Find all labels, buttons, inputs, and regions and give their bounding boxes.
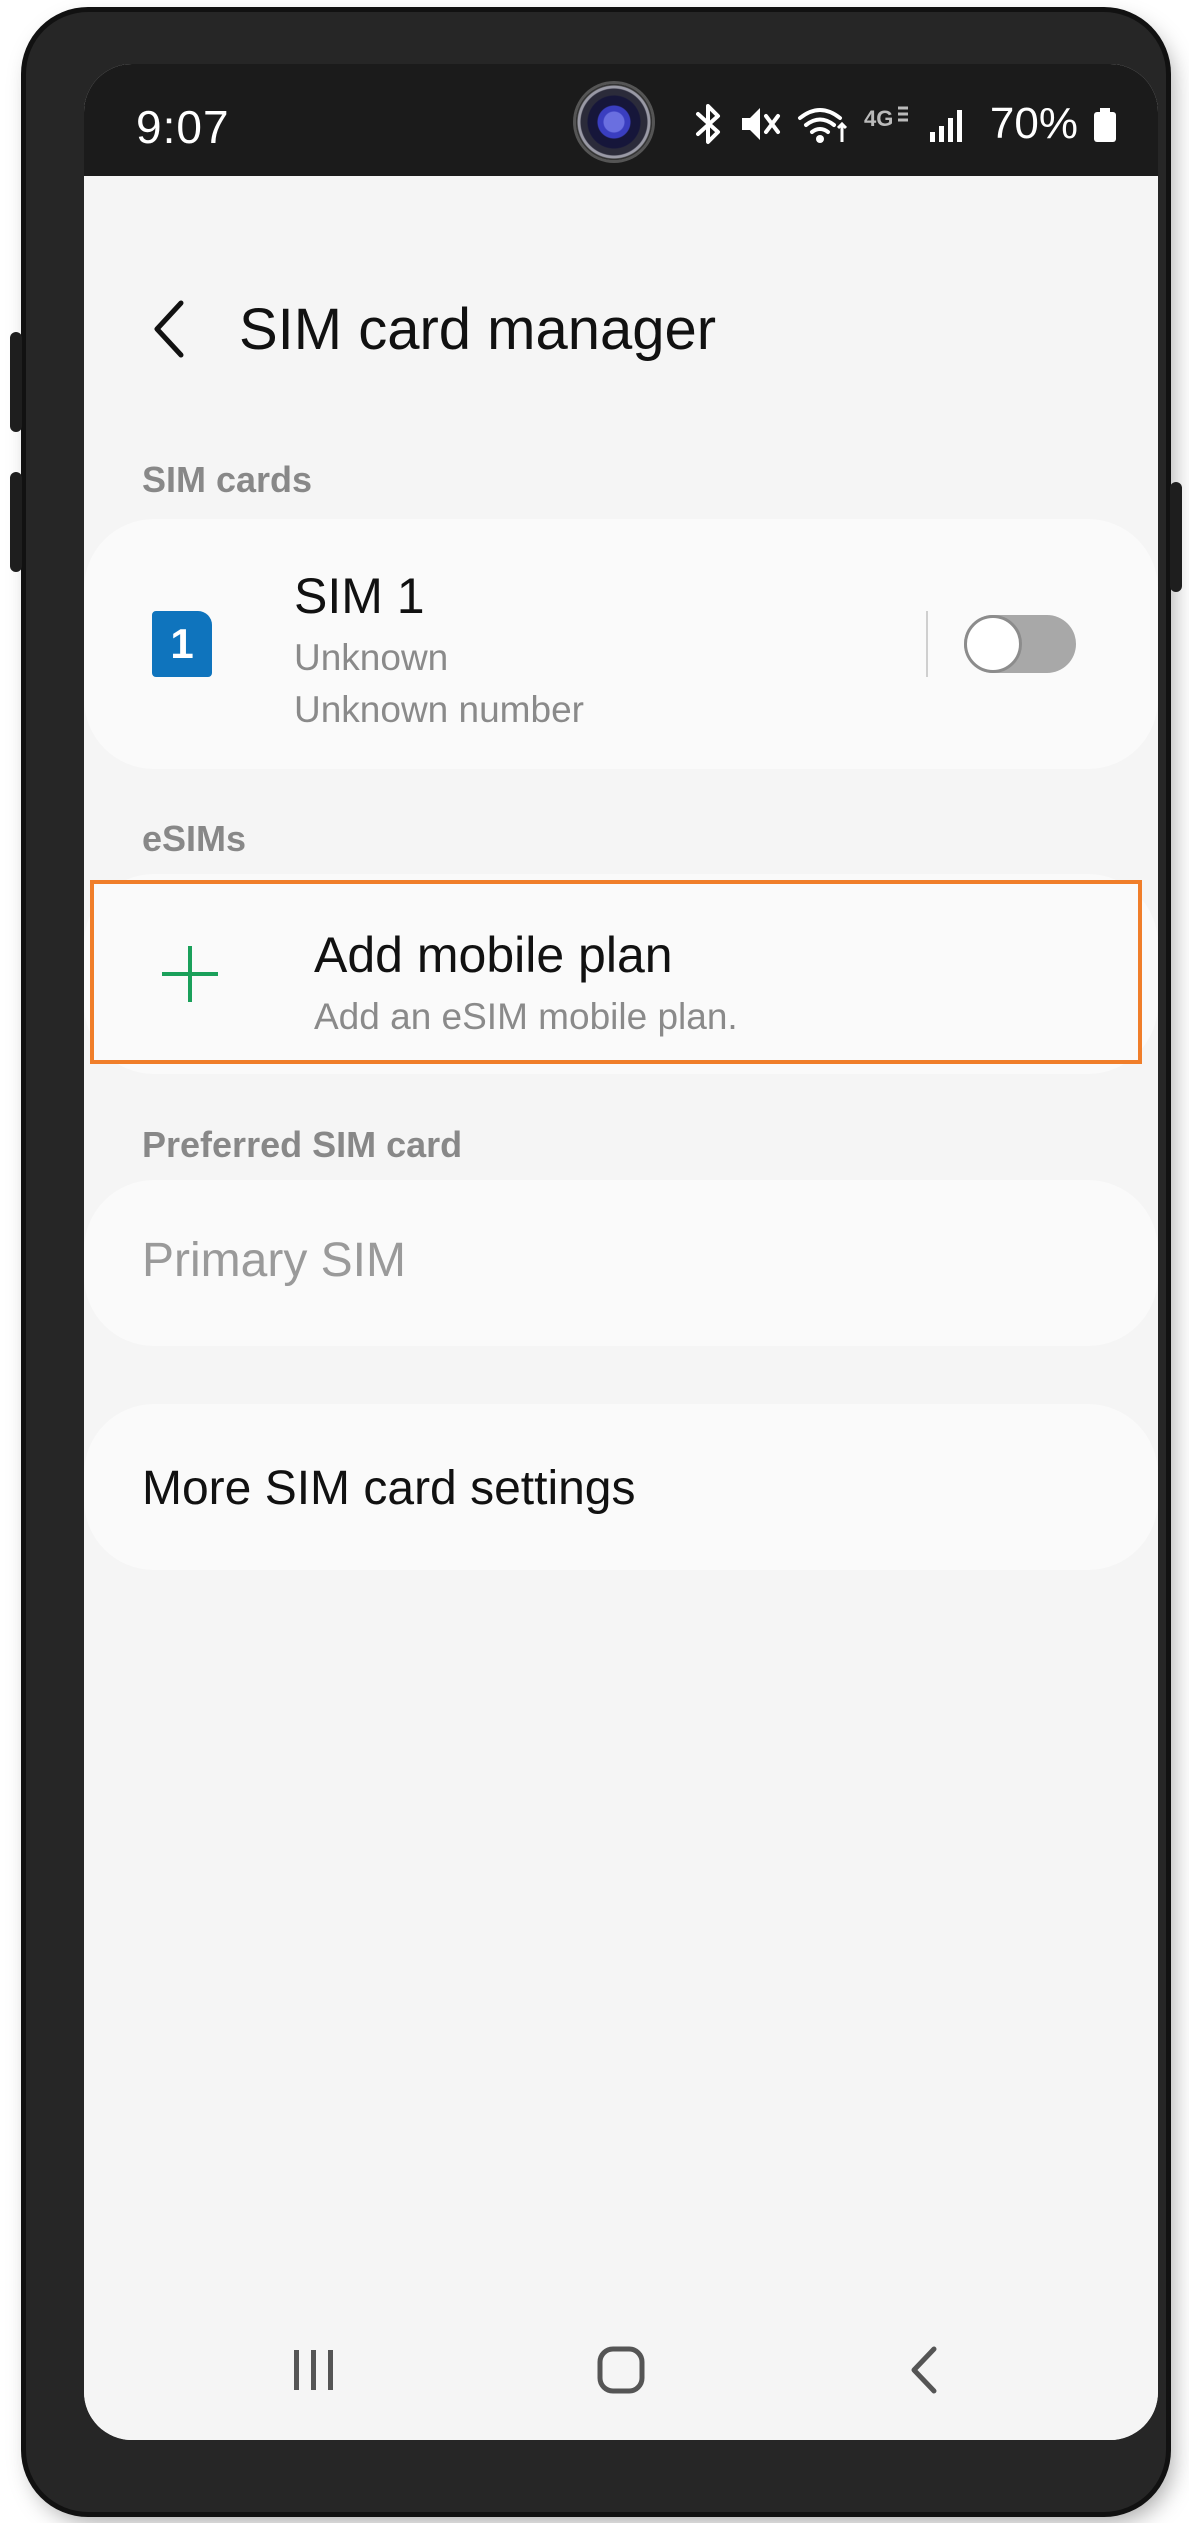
battery-percent: 70% <box>989 99 1078 148</box>
toggle-knob <box>964 615 1022 673</box>
sim1-card[interactable]: 1 SIM 1 Unknown Unknown number <box>84 519 1158 769</box>
section-label-sim-cards: SIM cards <box>142 459 313 500</box>
status-time: 9:07 <box>136 101 230 153</box>
nav-back-button[interactable] <box>884 2330 964 2410</box>
wifi-icon <box>797 108 847 143</box>
add-mobile-plan-subtitle: Add an eSIM mobile plan. <box>314 996 738 1037</box>
phone-frame: 9:07 4G 70% SIM card manager SIM cards 1… <box>10 12 1182 2512</box>
signal-icon <box>929 110 962 142</box>
section-label-esims: eSIMs <box>142 818 247 859</box>
primary-sim-row: Primary SIM <box>84 1180 1158 1346</box>
page-title: SIM card manager <box>239 297 717 362</box>
back-button[interactable] <box>134 294 204 364</box>
volume-button <box>10 332 22 432</box>
recent-apps-button[interactable] <box>274 2330 354 2410</box>
status-bar: 9:07 4G 70% <box>84 64 1158 176</box>
sim1-carrier: Unknown <box>294 637 449 678</box>
section-label-preferred-sim: Preferred SIM card <box>142 1124 463 1165</box>
front-camera <box>576 84 652 160</box>
4g-icon: 4G <box>864 106 908 131</box>
power-button <box>1170 482 1182 592</box>
mute-icon <box>741 108 780 140</box>
svg-text:4G: 4G <box>864 106 893 131</box>
app-header: SIM card manager <box>84 274 1158 384</box>
screen: 9:07 4G 70% SIM card manager SIM cards 1… <box>84 64 1158 2440</box>
bluetooth-icon <box>695 104 720 144</box>
home-button[interactable] <box>581 2330 661 2410</box>
navigation-bar <box>84 2290 1158 2440</box>
sim-card-icon: 1 <box>152 611 212 677</box>
primary-sim-label: Primary SIM <box>142 1234 406 1287</box>
chevron-left-icon <box>154 300 184 358</box>
more-sim-settings-label: More SIM card settings <box>142 1462 636 1515</box>
plus-icon <box>162 946 218 1002</box>
vertical-divider <box>926 611 928 677</box>
sim1-toggle[interactable] <box>964 615 1076 673</box>
home-icon <box>597 2346 645 2394</box>
sim1-name: SIM 1 <box>294 568 425 624</box>
sim1-number: Unknown number <box>294 689 584 730</box>
more-sim-settings-row[interactable]: More SIM card settings <box>84 1404 1158 1570</box>
battery-icon <box>1094 108 1116 142</box>
nav-back-icon <box>911 2346 937 2394</box>
add-mobile-plan-button[interactable]: Add mobile plan Add an eSIM mobile plan. <box>90 880 1142 1064</box>
status-icons: 4G 70% <box>692 94 1118 154</box>
bixby-button <box>10 472 22 572</box>
add-mobile-plan-title: Add mobile plan <box>314 927 673 983</box>
recent-apps-icon <box>294 2350 333 2390</box>
